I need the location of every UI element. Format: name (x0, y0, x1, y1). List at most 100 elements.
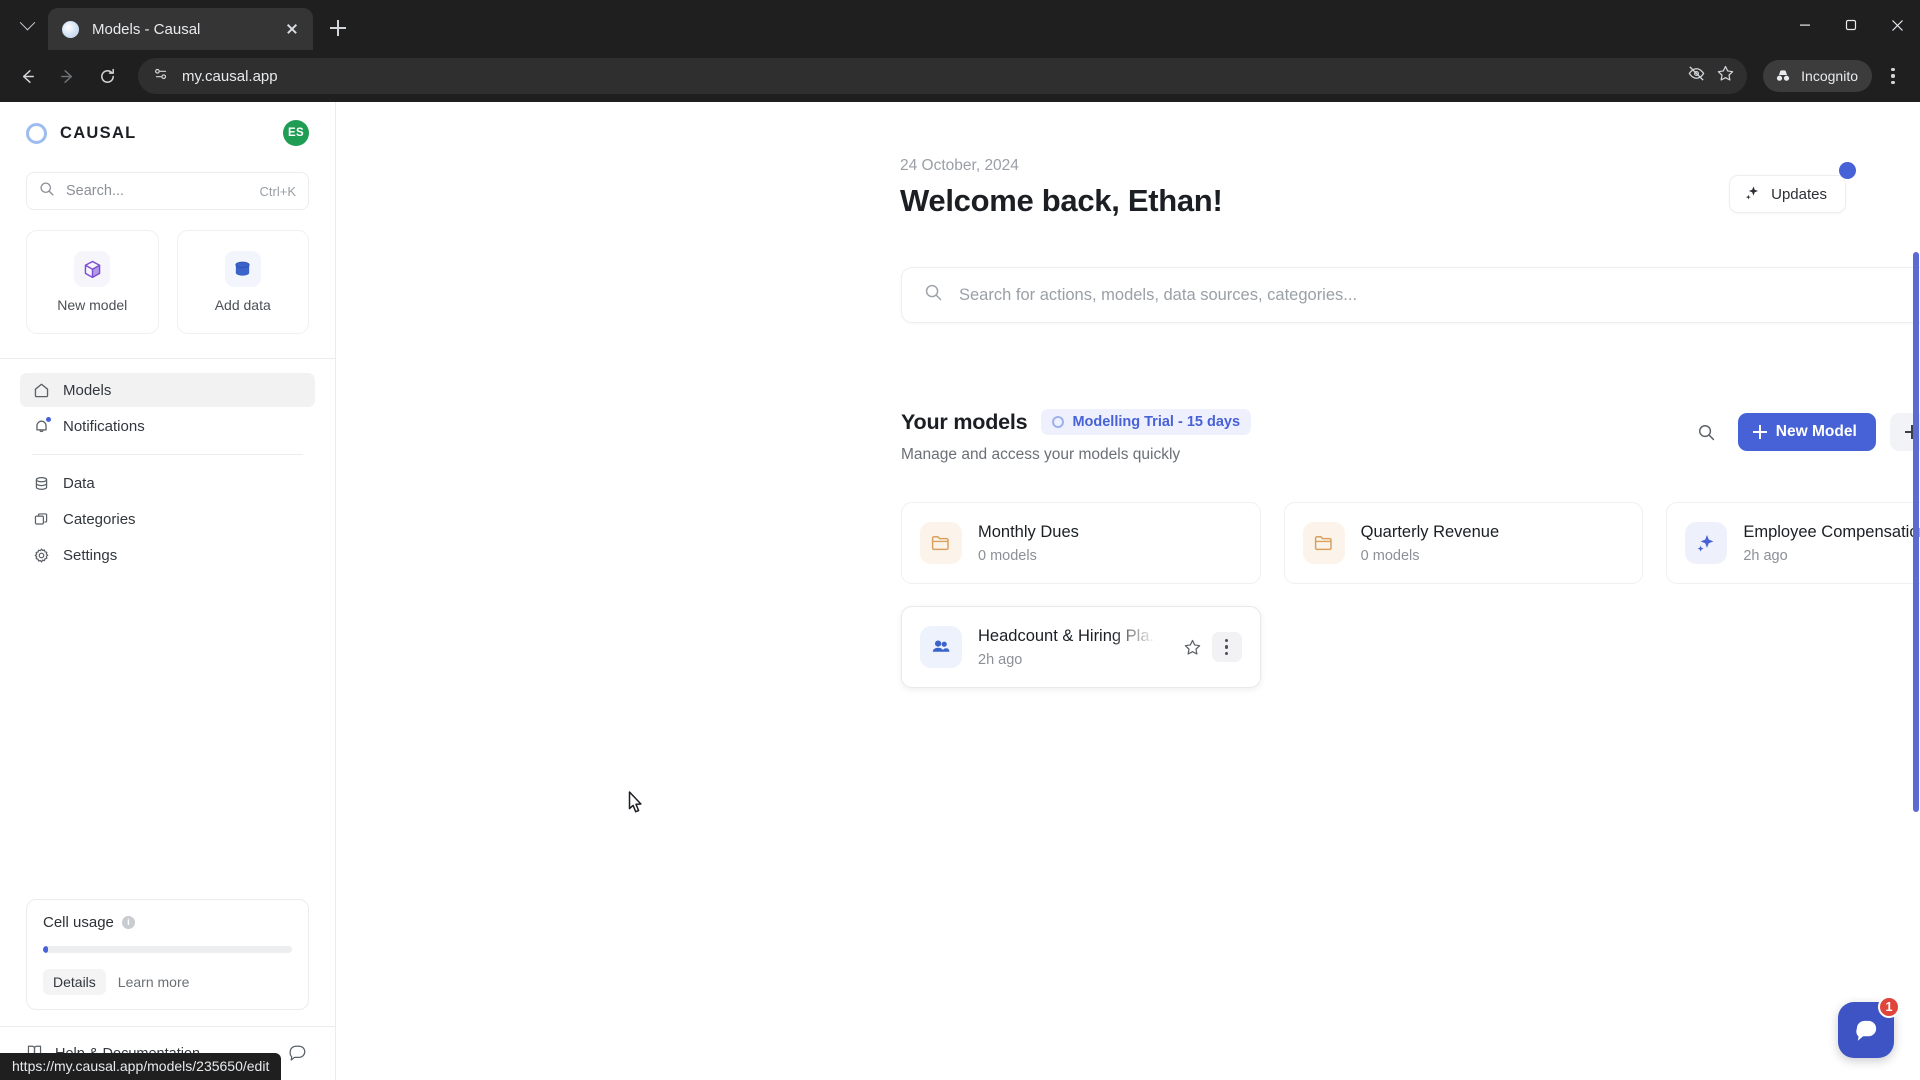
avatar[interactable]: ES (283, 120, 309, 146)
info-icon[interactable]: i (121, 916, 135, 929)
trial-badge[interactable]: Modelling Trial - 15 days (1041, 409, 1252, 435)
sidebar-item-label: Categories (63, 510, 136, 528)
sidebar-item-label: Models (63, 381, 112, 399)
cell-usage-progress-fill (43, 946, 48, 953)
tab-strip: Models - Causal (0, 0, 1920, 50)
sidebar-item-data[interactable]: Data (20, 466, 315, 500)
window-controls (1782, 0, 1920, 50)
browser-tab[interactable]: Models - Causal (48, 8, 313, 50)
incognito-indicator[interactable]: Incognito (1763, 60, 1872, 92)
new-model-quick-action[interactable]: New model (26, 230, 159, 334)
sidebar-search-shortcut: Ctrl+K (259, 183, 296, 199)
model-card[interactable]: Quarterly Revenue 0 models (1283, 502, 1644, 584)
forward-arrow-icon[interactable] (50, 59, 84, 93)
back-arrow-icon[interactable] (10, 59, 44, 93)
new-tab-button[interactable] (321, 11, 355, 45)
quick-actions: New model Add data (26, 230, 309, 334)
sparkle-icon (1744, 184, 1761, 205)
divider (32, 454, 303, 455)
brand-name: CAUSAL (60, 123, 137, 142)
page-header: 24 October, 2024 Welcome back, Ethan! Up… (336, 102, 1920, 219)
reload-icon[interactable] (90, 59, 124, 93)
hidden-eye-icon[interactable] (1687, 64, 1706, 88)
close-window-button[interactable] (1874, 0, 1920, 50)
add-data-quick-action[interactable]: Add data (176, 230, 309, 334)
page-scrollbar[interactable] (1912, 102, 1920, 1080)
model-card[interactable]: Employee Compensation Cal... 2h ago (1666, 502, 1920, 584)
three-dot-menu-icon[interactable] (1211, 632, 1242, 662)
chat-bubble-icon (1855, 1020, 1876, 1041)
star-outline-icon[interactable] (1178, 632, 1208, 662)
details-button[interactable]: Details (43, 969, 106, 995)
plus-icon (1752, 425, 1767, 439)
minimize-button[interactable] (1782, 0, 1828, 50)
sidebar-item-settings[interactable]: Settings (20, 538, 315, 572)
sidebar: CAUSAL ES Search... Ctrl+K New model Add… (0, 102, 336, 1080)
sidebar-nav: Models Notifications Data Categories Set… (0, 359, 335, 574)
sidebar-item-models[interactable]: Models (20, 373, 315, 407)
learn-more-link[interactable]: Learn more (114, 969, 194, 995)
model-card[interactable]: Headcount & Hiring Pla... 2h ago (901, 606, 1261, 688)
section-subtitle: Manage and access your models quickly (901, 446, 1181, 463)
tab-search-button[interactable] (10, 8, 44, 42)
bell-icon (32, 416, 52, 435)
incognito-icon (1777, 70, 1790, 81)
new-model-label: New Model (1775, 423, 1857, 440)
folder-icon (920, 522, 962, 564)
trial-badge-label: Modelling Trial - 15 days (1072, 414, 1241, 430)
search-icon[interactable] (1690, 415, 1724, 449)
model-card-title: Monthly Dues (978, 522, 1079, 541)
causal-ring-icon (26, 122, 47, 144)
main-content: 24 October, 2024 Welcome back, Ethan! Up… (336, 102, 1920, 1080)
quick-action-label: Add data (214, 297, 271, 313)
chat-bubble-icon[interactable] (287, 1043, 309, 1065)
gear-icon (32, 546, 50, 564)
notification-badge (45, 416, 52, 423)
chat-launcher-button[interactable]: 1 (1838, 996, 1900, 1058)
sidebar-item-notifications[interactable]: Notifications (20, 409, 315, 443)
sidebar-item-label: Data (63, 474, 95, 492)
model-card-subtitle: 2h ago (1743, 547, 1788, 564)
page-title: Welcome back, Ethan! (900, 183, 1223, 218)
causal-ring-icon (62, 20, 79, 38)
sidebar-item-label: Notifications (63, 417, 145, 435)
cell-usage-actions: Details Learn more (43, 969, 292, 995)
cube-icon (74, 251, 111, 287)
tab-title: Models - Causal (92, 20, 201, 38)
your-models-section-header: Your models Modelling Trial - 15 days Ma… (901, 409, 1920, 464)
sidebar-item-categories[interactable]: Categories (20, 502, 315, 536)
chat-badge: 1 (1878, 996, 1900, 1018)
folder-icon (1302, 522, 1345, 564)
updates-label: Updates (1771, 185, 1827, 203)
sidebar-search-placeholder: Search... (66, 183, 125, 199)
page-viewport: CAUSAL ES Search... Ctrl+K New model Add… (0, 102, 1920, 1080)
incognito-label: Incognito (1801, 68, 1858, 84)
home-icon (32, 381, 50, 399)
model-card-actions (1178, 632, 1242, 662)
address-bar[interactable]: my.causal.app (138, 58, 1748, 94)
maximize-button[interactable] (1828, 0, 1874, 50)
layers-icon (32, 510, 50, 528)
global-search-input[interactable]: Search for actions, models, data sources… (901, 267, 1920, 323)
global-search-placeholder: Search for actions, models, data sources… (959, 285, 1358, 304)
site-settings-icon[interactable] (152, 65, 170, 88)
cell-usage-progress (43, 946, 292, 953)
browser-window: Models - Causal my.causal.app Incognito … (0, 0, 1920, 1080)
close-icon[interactable] (281, 18, 303, 40)
database-icon (224, 251, 261, 287)
sparkle-icon (1685, 522, 1728, 564)
current-date: 24 October, 2024 (900, 157, 1019, 174)
scrollbar-thumb[interactable] (1913, 252, 1919, 812)
model-card[interactable]: Monthly Dues 0 models (901, 502, 1261, 584)
three-dot-menu-icon[interactable] (1876, 59, 1910, 93)
cell-usage-title: Cell usage (43, 914, 114, 931)
chevron-down-icon (19, 14, 35, 30)
sidebar-search-input[interactable]: Search... Ctrl+K (26, 172, 309, 210)
model-card-title: Headcount & Hiring Pla... (978, 626, 1162, 645)
new-model-button[interactable]: New Model (1737, 413, 1876, 451)
star-outline-icon[interactable] (1716, 64, 1735, 88)
causal-ring-icon (1052, 416, 1065, 428)
model-card-subtitle: 2h ago (978, 651, 1023, 668)
search-icon (924, 283, 943, 307)
updates-button[interactable]: Updates (1729, 175, 1846, 213)
